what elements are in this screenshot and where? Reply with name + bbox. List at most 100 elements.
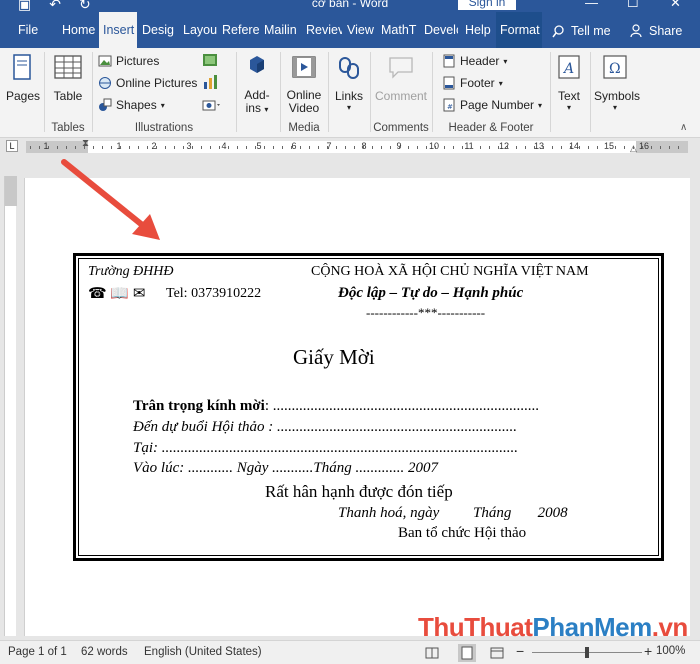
ruler-tick (534, 146, 535, 149)
maximize-icon[interactable]: ☐ (627, 0, 639, 11)
tab-mathtype[interactable]: MathT (381, 12, 419, 48)
ruler-tick (120, 146, 121, 149)
ruler-tick (66, 146, 67, 149)
language-status[interactable]: English (United States) (144, 646, 262, 658)
status-bar: Page 1 of 1 62 words English (United Sta… (0, 640, 700, 664)
sign-in-button[interactable]: Sign in (458, 0, 516, 10)
ruler-tick (426, 146, 427, 149)
page-number-label: Page Number (460, 98, 535, 112)
footer-button[interactable]: Footer ▾ (442, 76, 503, 90)
zoom-out-icon[interactable]: − (516, 643, 524, 659)
text-button[interactable]: A Text ▾ (554, 54, 584, 112)
dropdown-arrow-icon: ▾ (498, 78, 503, 88)
ruler-tick (642, 146, 643, 149)
telephone: Tel: 0373910222 (166, 286, 262, 301)
screenshot-icon[interactable] (202, 98, 222, 112)
national-motto: Độc lập – Tự do – Hạnh phúc (338, 285, 524, 301)
ruler-tick (264, 146, 265, 149)
ruler-tick (102, 146, 103, 149)
text-label: Text (557, 89, 580, 103)
table-button[interactable]: Table (52, 54, 84, 103)
ruler-tick (399, 146, 400, 149)
place-line: Tại: ...................................… (133, 440, 519, 456)
close-icon[interactable]: ✕ (670, 0, 681, 11)
tab-file[interactable]: File (18, 12, 40, 48)
ruler-tick (345, 146, 346, 149)
ruler-tick (606, 146, 607, 149)
ruler-tick (354, 146, 355, 149)
chart-icon[interactable] (202, 74, 218, 90)
tell-me-box[interactable]: Tell me (552, 24, 611, 38)
ruler-number: 1 (116, 141, 122, 151)
ruler-tick (435, 146, 436, 149)
online-pictures-button[interactable]: Online Pictures (98, 76, 197, 90)
tab-home[interactable]: Home (62, 12, 96, 48)
tab-insert[interactable]: Insert (99, 12, 137, 49)
lightbulb-icon (552, 24, 564, 37)
invite-line: Trân trọng kính mời: ...................… (133, 398, 539, 415)
tab-review[interactable]: Reviev (306, 12, 342, 48)
page-number-button[interactable]: # Page Number ▾ (442, 98, 542, 112)
horizontal-ruler[interactable]: L ⧗ △ 123456789101112131415161 (0, 138, 700, 156)
ruler-tick (255, 146, 256, 149)
vertical-ruler[interactable] (4, 176, 17, 636)
tab-view[interactable]: View (347, 12, 375, 48)
ribbon: Pages Table Tables Pictures Online Pictu… (0, 48, 700, 138)
tab-developer[interactable]: Develc (424, 12, 458, 48)
online-video-button[interactable]: Online Video (284, 54, 324, 115)
ruler-tick (597, 146, 598, 149)
read-mode-icon[interactable] (425, 646, 439, 660)
pictures-button[interactable]: Pictures (98, 54, 159, 68)
tab-references[interactable]: Referei (222, 12, 260, 48)
zoom-slider-thumb[interactable] (585, 647, 589, 658)
links-label: Links (334, 89, 363, 103)
zoom-level[interactable]: 100% (656, 645, 685, 657)
tab-mailings[interactable]: Mailin (264, 12, 300, 48)
ruler-tick (156, 146, 157, 149)
collapse-ribbon-icon[interactable]: ∧ (680, 122, 687, 133)
title-bar: ▣ ↶ ↻ cơ bản - Word Sign in — ☐ ✕ (0, 0, 700, 12)
links-button[interactable]: Links ▾ (332, 54, 366, 112)
omega-icon: Ω (603, 55, 627, 79)
ruler-tick (291, 146, 292, 149)
online-pictures-label: Online Pictures (116, 76, 198, 90)
ruler-number: 7 (326, 141, 332, 151)
symbols-button[interactable]: Ω Symbols ▾ (594, 54, 640, 112)
ruler-tick (390, 146, 391, 149)
header-icon (443, 54, 455, 68)
red-arrow-icon (61, 159, 160, 240)
word-count[interactable]: 62 words (81, 646, 128, 658)
ruler-tick (336, 146, 337, 149)
dropdown-arrow-icon: ▾ (503, 56, 508, 66)
media-group: Online Video Media (282, 48, 326, 136)
ruler-number: 6 (291, 141, 297, 151)
comment-button[interactable]: Comment (374, 54, 428, 103)
share-button[interactable]: Share (630, 24, 682, 38)
smartart-icon[interactable] (202, 52, 218, 68)
page-count[interactable]: Page 1 of 1 (8, 646, 67, 658)
ruler-tick (453, 146, 454, 149)
document-heading: Giấy Mời (293, 345, 375, 369)
ruler-number: 11 (464, 141, 474, 151)
comment-label: Comment (374, 89, 427, 103)
print-layout-icon[interactable] (458, 644, 476, 662)
svg-text:Ω: Ω (609, 61, 621, 77)
header-button[interactable]: Header ▾ (442, 54, 507, 68)
tab-format[interactable]: Format (496, 12, 542, 48)
ruler-tick (588, 146, 589, 149)
tab-help[interactable]: Help (465, 12, 493, 48)
pages-button[interactable]: Pages (6, 54, 40, 103)
tab-layout[interactable]: Layou (183, 12, 217, 48)
ruler-tick (633, 146, 634, 149)
web-layout-icon[interactable] (490, 646, 504, 660)
dropdown-arrow-icon: ▾ (346, 103, 351, 112)
addins-button[interactable]: Add- ins ▾ (240, 54, 274, 116)
tab-stop-selector[interactable]: L (6, 140, 18, 152)
zoom-in-icon[interactable]: + (644, 643, 652, 659)
ruler-tick (660, 146, 661, 149)
shapes-button[interactable]: Shapes ▾ (98, 98, 165, 112)
tab-design[interactable]: Desigı (142, 12, 174, 48)
ruler-tick (363, 146, 364, 149)
ruler-tick (75, 146, 76, 149)
minimize-icon[interactable]: — (585, 0, 598, 10)
